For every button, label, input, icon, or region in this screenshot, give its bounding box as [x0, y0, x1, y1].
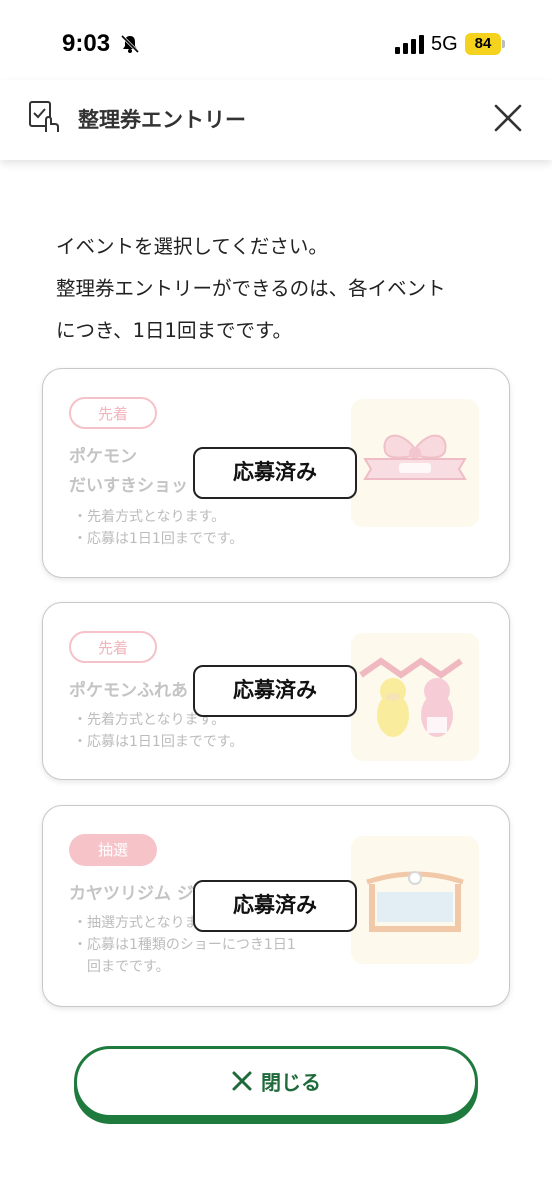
header-bar: 整理券エントリー [0, 80, 552, 160]
footer-area: 閉じる [0, 1016, 552, 1200]
applied-status-button: 応募済み [193, 665, 357, 717]
event-type-badge: 抽選 [69, 834, 157, 866]
psyduck-slowpoke-illustration [351, 633, 479, 761]
ticket-tap-icon [29, 101, 59, 132]
intro-line: 整理券エントリーができるのは、各イベント [56, 277, 446, 300]
intro-text: イベントを選択してください。 整理券エントリーができるのは、各イベント につき、… [56, 226, 526, 352]
event-card[interactable]: 先着 ポケモン だいすきショッ ・先着方式となります。 ・応募は1日1回までです… [42, 368, 510, 578]
applied-status-button: 応募済み [193, 447, 357, 499]
event-note: ・先着方式となります。 [73, 509, 226, 525]
status-time: 9:03 [62, 30, 111, 57]
event-title-line: ポケモンふれあ [69, 681, 188, 701]
event-notes: ・先着方式となります。 ・応募は1日1回までです。 [73, 506, 243, 550]
event-card[interactable]: 抽選 カヤツリジム ジ ・抽選方式となります。 ・応募は1種類のショーにつき1日… [42, 805, 510, 1007]
close-icon [232, 1071, 252, 1090]
close-button-label: 閉じる [261, 1070, 321, 1095]
event-note: 回までです。 [73, 959, 170, 975]
event-card[interactable]: 先着 ポケモンふれあ ・先着方式となります。 ・応募は1日1回までです。 応募済… [42, 602, 510, 780]
bow-sign-illustration [351, 399, 479, 527]
event-note: ・応募は1日1回までです。 [73, 734, 244, 750]
battery-icon: 84 [465, 33, 505, 55]
applied-status-button: 応募済み [193, 880, 357, 932]
page-title: 整理券エントリー [78, 108, 246, 132]
event-note: ・応募は1日1回までです。 [73, 531, 244, 547]
signal-icon [395, 35, 424, 54]
event-type-badge: 先着 [69, 631, 157, 663]
bell-off-icon [120, 34, 140, 54]
intro-line: イベントを選択してください。 [56, 235, 328, 258]
network-label: 5G [431, 33, 458, 55]
status-bar: 9:03 5G 84 [0, 0, 552, 80]
intro-line: につき、1日1回までです。 [56, 319, 292, 342]
event-title-line: カヤツリジム ジ [69, 884, 194, 904]
event-type-badge: 先着 [69, 397, 157, 429]
close-icon[interactable] [490, 100, 526, 136]
battery-level: 84 [465, 33, 501, 55]
close-button[interactable]: 閉じる [74, 1046, 478, 1118]
event-title-line: ポケモン [69, 447, 137, 467]
gym-building-illustration [351, 836, 479, 964]
event-title-line: だいすきショッ [69, 476, 188, 496]
event-note: ・応募は1種類のショーにつき1日1 [73, 937, 296, 953]
